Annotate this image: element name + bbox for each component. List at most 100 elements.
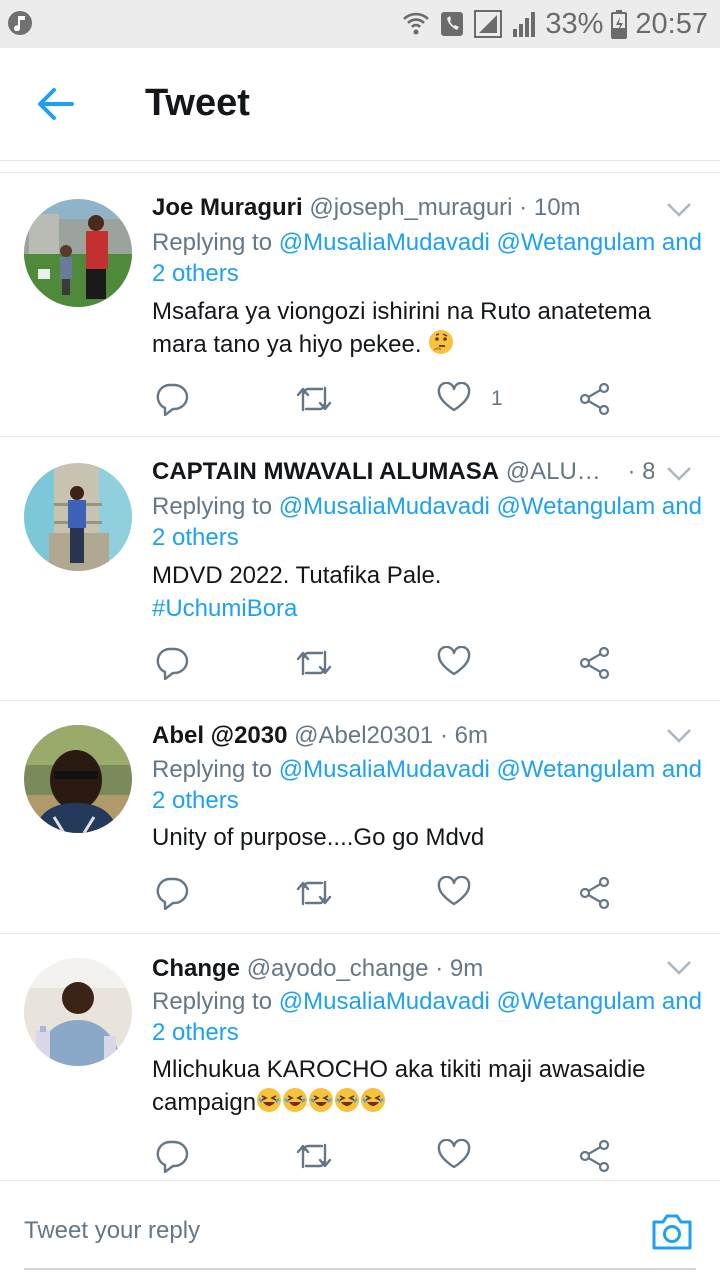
tweet-text-content: Msafara ya viongozi ishirini na Ruto ana…	[152, 298, 651, 358]
separator-dot: ·	[433, 722, 455, 749]
user-handle[interactable]: @joseph_muraguri	[309, 194, 512, 221]
tweet-text-content: Unity of purpose....Go go Mdvd	[152, 824, 485, 851]
avatar[interactable]	[24, 199, 132, 307]
avatar[interactable]	[24, 463, 132, 571]
like-button[interactable]	[437, 643, 491, 683]
heart-icon[interactable]	[437, 645, 471, 681]
tweet-actions	[0, 1136, 720, 1176]
tweet-item[interactable]: Change @ayodo_change · 9m Replying to @M…	[0, 934, 720, 1180]
share-icon[interactable]	[578, 1136, 612, 1176]
others-link[interactable]: 2 others	[152, 787, 239, 814]
others-link[interactable]: 2 others	[152, 524, 239, 551]
tweet-actions: 1	[0, 379, 720, 419]
like-button[interactable]	[437, 873, 491, 913]
others-link[interactable]: 2 others	[152, 1019, 239, 1046]
app-bar: Tweet	[0, 48, 720, 161]
replying-to-label: Replying to	[152, 988, 279, 1015]
mention-link[interactable]: @Wetangulam	[497, 229, 656, 256]
back-arrow-icon[interactable]	[36, 86, 76, 122]
mention-link[interactable]: @MusaliaMudavadi	[279, 988, 490, 1015]
and-label[interactable]: and	[655, 493, 702, 520]
mention-link[interactable]: @Wetangulam	[497, 988, 656, 1015]
avatar[interactable]	[24, 725, 132, 833]
laughing-emoji-row	[256, 1088, 386, 1116]
separator-dot: ·	[428, 955, 450, 982]
chevron-down-icon[interactable]	[666, 466, 692, 482]
chevron-down-icon[interactable]	[666, 202, 692, 218]
display-name[interactable]: Abel @2030	[152, 722, 287, 749]
hashtag-link[interactable]: #UchumiBora	[152, 592, 697, 625]
like-count: 1	[491, 387, 503, 410]
share-icon[interactable]	[578, 643, 612, 683]
replying-to: Replying to @MusaliaMudavadi @Wetangulam…	[152, 754, 712, 816]
retweet-icon[interactable]	[296, 1136, 332, 1176]
display-name[interactable]: Change	[152, 955, 240, 982]
tweet-item[interactable]: CAPTAIN MWAVALI ALUMASA @ALU… · 8m Reply…	[0, 437, 720, 701]
reply-icon[interactable]	[155, 873, 189, 913]
timestamp: 10m	[533, 194, 581, 221]
user-handle[interactable]: @ALU…	[506, 458, 601, 485]
mention-link[interactable]: @MusaliaMudavadi	[279, 229, 490, 256]
reply-input-underline	[24, 1268, 696, 1270]
clock: 20:57	[635, 7, 708, 40]
music-notification-icon	[8, 11, 32, 35]
tweet-text: Unity of purpose....Go go Mdvd	[152, 821, 697, 854]
tweet-item[interactable]: Joe Muraguri @joseph_muraguri · 10m Repl…	[0, 173, 720, 437]
timestamp: 8m	[642, 458, 654, 485]
separator-dot: ·	[620, 458, 643, 485]
like-button[interactable]: 1	[437, 379, 503, 419]
mention-link[interactable]: @MusaliaMudavadi	[279, 756, 490, 783]
replying-to: Replying to @MusaliaMudavadi @Wetangulam…	[152, 227, 712, 289]
and-label[interactable]: and	[655, 229, 702, 256]
replying-to-label: Replying to	[152, 229, 279, 256]
user-handle[interactable]: @ayodo_change	[247, 955, 429, 982]
avatar[interactable]	[24, 958, 132, 1066]
replying-to-label: Replying to	[152, 493, 279, 520]
like-button[interactable]	[437, 1136, 491, 1176]
replying-to-label: Replying to	[152, 756, 279, 783]
thinking-face-emoji	[428, 329, 454, 364]
chevron-down-icon[interactable]	[666, 960, 692, 976]
display-name[interactable]: CAPTAIN MWAVALI ALUMASA	[152, 458, 499, 485]
reply-icon[interactable]	[155, 379, 189, 419]
signal-bars-icon-1	[473, 9, 503, 39]
retweet-icon[interactable]	[296, 379, 332, 419]
wifi-icon	[401, 9, 431, 39]
reply-bar	[0, 1180, 720, 1281]
heart-icon[interactable]	[437, 381, 471, 417]
others-link[interactable]: 2 others	[152, 260, 239, 287]
call-icon	[439, 9, 465, 39]
tweet-reply-input[interactable]	[24, 1181, 624, 1281]
and-label[interactable]: and	[655, 756, 702, 783]
user-handle[interactable]: @Abel20301	[294, 722, 433, 749]
mention-link[interactable]: @Wetangulam	[497, 756, 656, 783]
tweet-header: CAPTAIN MWAVALI ALUMASA @ALU… · 8m	[152, 454, 654, 490]
heart-icon[interactable]	[437, 875, 471, 911]
reply-icon[interactable]	[155, 1136, 189, 1176]
mention-link[interactable]: @MusaliaMudavadi	[279, 493, 490, 520]
signal-bars-icon-2	[511, 9, 537, 39]
page-title: Tweet	[145, 82, 250, 124]
and-label[interactable]: and	[655, 988, 702, 1015]
mention-link[interactable]: @Wetangulam	[497, 493, 656, 520]
separator-dot: ·	[512, 194, 534, 221]
tweet-text: Mlichukua KAROCHO aka tikiti maji awasai…	[152, 1053, 697, 1122]
tweet-header: Abel @2030 @Abel20301 · 6m	[152, 718, 654, 754]
tweet-item[interactable]: Abel @2030 @Abel20301 · 6m Replying to @…	[0, 701, 720, 934]
retweet-icon[interactable]	[296, 873, 332, 913]
reply-icon[interactable]	[155, 643, 189, 683]
tweet-text-content: Mlichukua KAROCHO aka tikiti maji awasai…	[152, 1056, 646, 1116]
chevron-down-icon[interactable]	[666, 728, 692, 744]
share-icon[interactable]	[578, 379, 612, 419]
timestamp: 9m	[449, 955, 484, 982]
share-icon[interactable]	[578, 873, 612, 913]
tweet-header: Change @ayodo_change · 9m	[152, 951, 654, 987]
heart-icon[interactable]	[437, 1138, 471, 1174]
retweet-icon[interactable]	[296, 643, 332, 683]
tweet-text: Msafara ya viongozi ishirini na Ruto ana…	[152, 295, 697, 364]
status-bar: 33% 20:57	[0, 0, 720, 48]
replying-to: Replying to @MusaliaMudavadi @Wetangulam…	[152, 986, 712, 1048]
timestamp: 6m	[454, 722, 488, 749]
display-name[interactable]: Joe Muraguri	[152, 194, 303, 221]
camera-icon[interactable]	[650, 1212, 694, 1252]
